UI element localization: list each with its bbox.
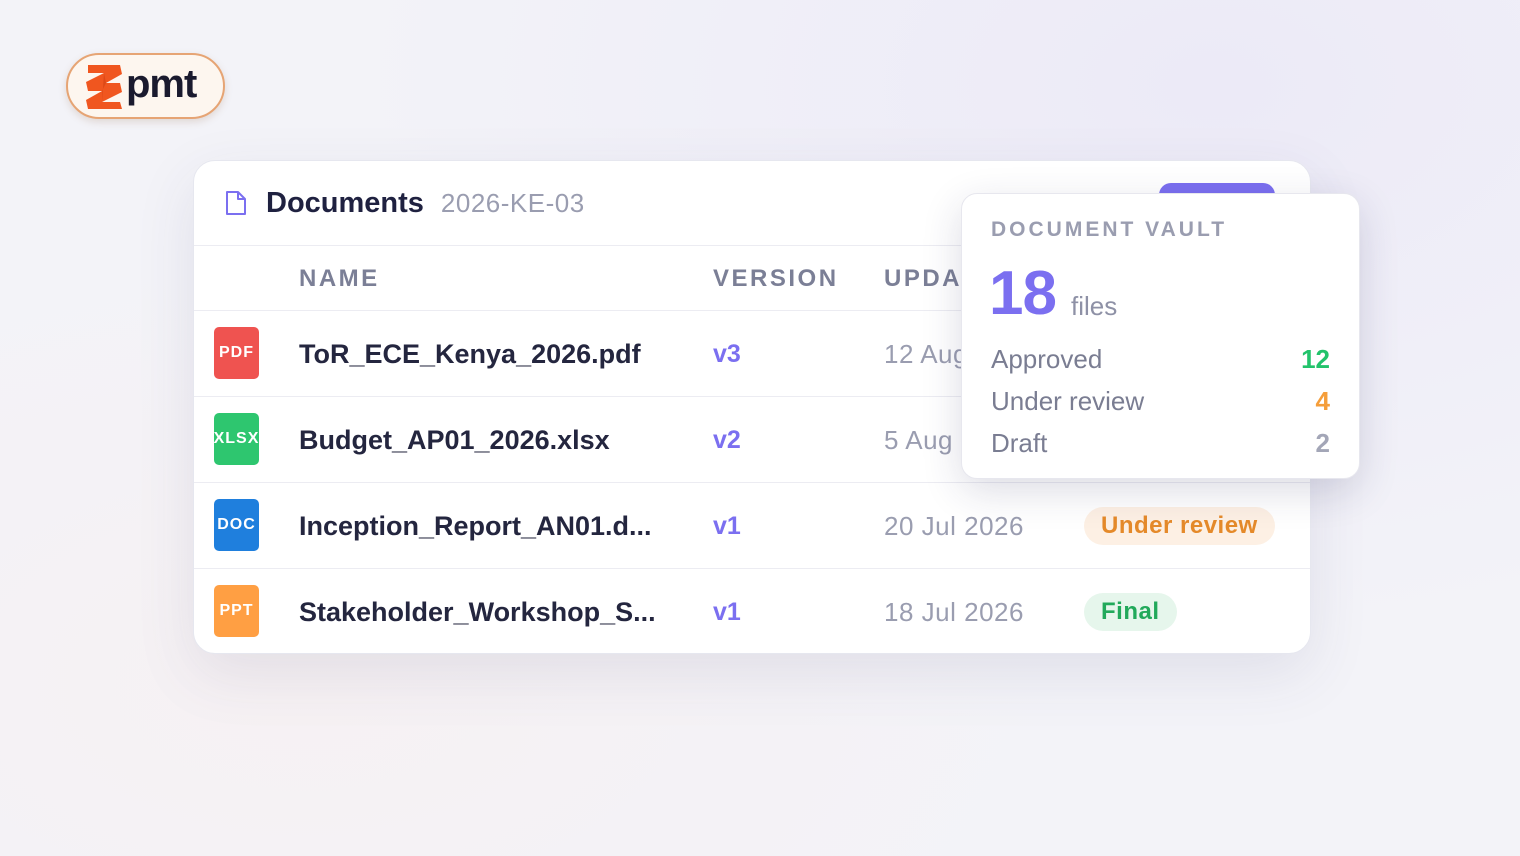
vault-stat-draft: Draft 2 — [991, 428, 1330, 459]
document-icon — [226, 191, 246, 215]
vault-stat-label: Approved — [991, 344, 1103, 374]
pmt-logo-mark-icon — [86, 65, 122, 109]
vault-file-unit: files — [1071, 291, 1118, 321]
column-header-updated[interactable]: UPDA — [884, 265, 962, 293]
file-type-badge: DOC — [214, 499, 259, 551]
vault-stat-approved: Approved 12 — [991, 344, 1330, 375]
file-type-badge: XLSX — [214, 413, 259, 465]
file-name[interactable]: Stakeholder_Workshop_S... — [299, 597, 656, 628]
column-header-name[interactable]: NAME — [299, 265, 380, 293]
file-name[interactable]: Budget_AP01_2026.xlsx — [299, 425, 610, 456]
vault-stat-under-review: Under review 4 — [991, 386, 1330, 417]
vault-stat-value: 2 — [1315, 428, 1330, 458]
vault-stat-label: Draft — [991, 428, 1048, 458]
status-badge: Under review — [1084, 507, 1275, 545]
vault-title: DOCUMENT VAULT — [991, 218, 1228, 241]
document-vault-popover: DOCUMENT VAULT 18 files Approved 12 Unde… — [961, 193, 1360, 479]
file-name[interactable]: ToR_ECE_Kenya_2026.pdf — [299, 339, 641, 370]
file-name[interactable]: Inception_Report_AN01.d... — [299, 511, 652, 542]
column-header-version[interactable]: VERSION — [713, 265, 839, 293]
project-code: 2026-KE-03 — [440, 187, 585, 218]
table-row[interactable]: PPT Stakeholder_Workshop_S... v1 18 Jul … — [194, 569, 1310, 653]
card-title: Documents — [266, 186, 424, 219]
vault-stat-value: 4 — [1315, 386, 1330, 416]
pmt-logo[interactable]: pmt — [66, 53, 225, 119]
file-version: v1 — [713, 598, 741, 626]
logo-wordmark: pmt — [126, 61, 197, 106]
file-updated: 20 Jul 2026 — [884, 511, 1024, 541]
file-updated: 18 Jul 2026 — [884, 597, 1024, 627]
vault-stat-label: Under review — [991, 386, 1145, 416]
file-type-badge: PPT — [214, 585, 259, 637]
file-version: v2 — [713, 426, 741, 454]
file-type-badge: PDF — [214, 327, 259, 379]
file-version: v1 — [713, 512, 741, 540]
table-row[interactable]: DOC Inception_Report_AN01.d... v1 20 Jul… — [194, 483, 1310, 569]
file-updated: 12 Aug — [884, 339, 968, 369]
file-version: v3 — [713, 340, 741, 368]
vault-file-count: 18 — [989, 259, 1057, 328]
file-updated: 5 Aug — [884, 425, 954, 455]
vault-stat-value: 12 — [1301, 344, 1330, 374]
status-badge: Final — [1084, 593, 1177, 631]
